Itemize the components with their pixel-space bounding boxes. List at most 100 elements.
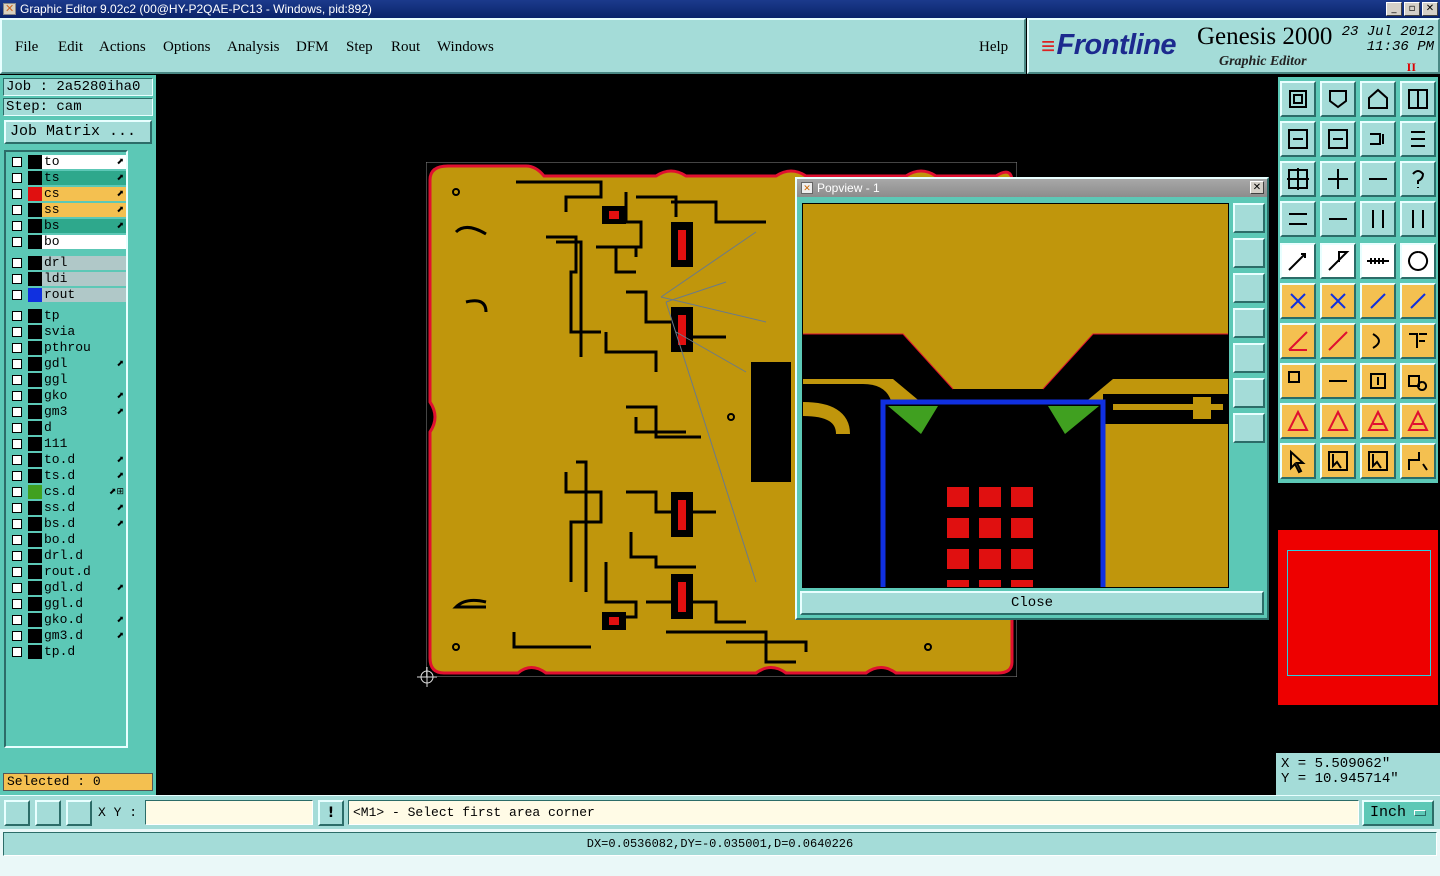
layer-color-swatch[interactable] (28, 421, 42, 435)
menu-actions[interactable]: Actions (99, 39, 146, 56)
layer-row[interactable]: ldi (8, 272, 126, 286)
layer-name[interactable]: ggl.d (42, 597, 126, 611)
popview-pan-right-button[interactable] (1233, 343, 1265, 373)
tool-connect-icon[interactable] (1360, 283, 1396, 319)
tool-pan-left-icon[interactable] (1280, 121, 1316, 157)
warning-icon[interactable]: ! (318, 800, 344, 826)
layer-row[interactable]: svia (8, 325, 126, 339)
layer-name[interactable]: svia (42, 325, 126, 339)
tool-cross-icon[interactable] (1320, 283, 1356, 319)
layer-color-swatch[interactable] (28, 155, 42, 169)
layer-color-swatch[interactable] (28, 373, 42, 387)
popview-titlebar[interactable]: ✕ Popview - 1 ✕ (797, 179, 1267, 197)
layer-color-swatch[interactable] (28, 203, 42, 217)
layer-color-swatch[interactable] (28, 405, 42, 419)
layer-name[interactable]: bs.d ⬈ (42, 517, 126, 531)
layer-row[interactable]: bo (8, 235, 126, 249)
layer-checkbox[interactable] (12, 189, 22, 199)
tool-triangle-icon[interactable] (1280, 403, 1316, 439)
layer-checkbox[interactable] (12, 274, 22, 284)
tool-zoom-1-2-icon[interactable] (1360, 161, 1396, 197)
layer-row[interactable]: gm3.d ⬈ (8, 629, 126, 643)
layer-checkbox[interactable] (12, 173, 22, 183)
layer-row[interactable]: gm3 ⬈ (8, 405, 126, 419)
layer-name[interactable]: drl (42, 256, 126, 270)
tool-zoom-center-icon[interactable] (1320, 161, 1356, 197)
menu-help[interactable]: Help (979, 39, 1008, 56)
menu-file[interactable]: File (15, 39, 38, 56)
layer-row[interactable]: d (8, 421, 126, 435)
tool-line-blue-icon[interactable] (1320, 323, 1356, 359)
layer-name[interactable]: bs ⬈ (42, 219, 126, 233)
layer-row[interactable]: bo.d (8, 533, 126, 547)
layer-checkbox[interactable] (12, 487, 22, 497)
layer-name[interactable]: gm3.d ⬈ (42, 629, 126, 643)
tool-route-icon[interactable] (1400, 443, 1436, 479)
layer-color-swatch[interactable] (28, 389, 42, 403)
layer-name[interactable]: rout.d (42, 565, 126, 579)
layer-color-swatch[interactable] (28, 171, 42, 185)
layer-checkbox[interactable] (12, 327, 22, 337)
tool-triangle-b-icon[interactable] (1360, 403, 1396, 439)
layer-row[interactable]: ggl.d (8, 597, 126, 611)
layer-checkbox[interactable] (12, 423, 22, 433)
tool-measure-icon[interactable] (1320, 243, 1356, 279)
xy-input[interactable] (145, 800, 313, 825)
menu-edit[interactable]: Edit (58, 39, 83, 56)
layer-row[interactable]: cs.d ⬈⊞ (8, 485, 126, 499)
layer-row[interactable]: ggl (8, 373, 126, 387)
tool-undo-icon[interactable] (1360, 121, 1396, 157)
layer-name[interactable]: cs.d ⬈⊞ (42, 485, 126, 499)
menu-windows[interactable]: Windows (437, 39, 494, 56)
menu-dfm[interactable]: DFM (296, 39, 329, 56)
layer-checkbox[interactable] (12, 439, 22, 449)
layer-name[interactable]: rout (42, 288, 126, 302)
popview-close-button[interactable]: Close (800, 591, 1264, 615)
layer-checkbox[interactable] (12, 615, 22, 625)
layer-checkbox[interactable] (12, 311, 22, 321)
layer-checkbox[interactable] (12, 391, 22, 401)
tool-snap-circle-icon[interactable] (1400, 243, 1436, 279)
layer-checkbox[interactable] (12, 359, 22, 369)
menu-options[interactable]: Options (163, 39, 211, 56)
layer-color-swatch[interactable] (28, 485, 42, 499)
close-window-button[interactable]: ✕ (1422, 2, 1438, 16)
layer-color-swatch[interactable] (28, 357, 42, 371)
layer-row[interactable]: gdl.d ⬈ (8, 581, 126, 595)
tool-pointer-select-icon[interactable] (1360, 443, 1396, 479)
overview-minimap[interactable] (1278, 530, 1438, 705)
popview-zoom-canvas[interactable] (802, 203, 1229, 588)
layer-checkbox[interactable] (12, 205, 22, 215)
layer-name[interactable]: ts.d ⬈ (42, 469, 126, 483)
layer-row[interactable]: cs ⬈ (8, 187, 126, 201)
measure-icon[interactable] (35, 800, 61, 826)
tool-shapes-icon[interactable] (1400, 363, 1436, 399)
tool-open-icon[interactable] (1320, 81, 1356, 117)
layer-name[interactable]: gdl.d ⬈ (42, 581, 126, 595)
layer-row[interactable]: ts ⬈ (8, 171, 126, 185)
tool-net-icon[interactable] (1360, 201, 1396, 237)
layer-name[interactable]: bo.d (42, 533, 126, 547)
layer-color-swatch[interactable] (28, 581, 42, 595)
menu-analysis[interactable]: Analysis (227, 39, 280, 56)
tool-pad-icon[interactable] (1280, 243, 1316, 279)
tool-fill-icon[interactable] (1280, 363, 1316, 399)
layer-row[interactable]: rout.d (8, 565, 126, 579)
layer-row[interactable]: drl (8, 256, 126, 270)
tool-split-icon[interactable] (1400, 323, 1436, 359)
layer-row[interactable]: ss.d ⬈ (8, 501, 126, 515)
layer-row[interactable]: gko.d ⬈ (8, 613, 126, 627)
popview-zoom-out-button[interactable] (1233, 413, 1265, 443)
layer-checkbox[interactable] (12, 221, 22, 231)
snap-icon[interactable] (4, 800, 30, 826)
layer-checkbox[interactable] (12, 471, 22, 481)
layer-checkbox[interactable] (12, 375, 22, 385)
layer-color-swatch[interactable] (28, 629, 42, 643)
layer-name[interactable]: to.d ⬈ (42, 453, 126, 467)
layer-checkbox[interactable] (12, 567, 22, 577)
layer-row[interactable]: bs.d ⬈ (8, 517, 126, 531)
layer-name[interactable]: to ⬈ (42, 155, 126, 169)
layer-color-swatch[interactable] (28, 597, 42, 611)
layer-name[interactable]: bo (42, 235, 126, 249)
tool-node-icon[interactable] (1280, 283, 1316, 319)
